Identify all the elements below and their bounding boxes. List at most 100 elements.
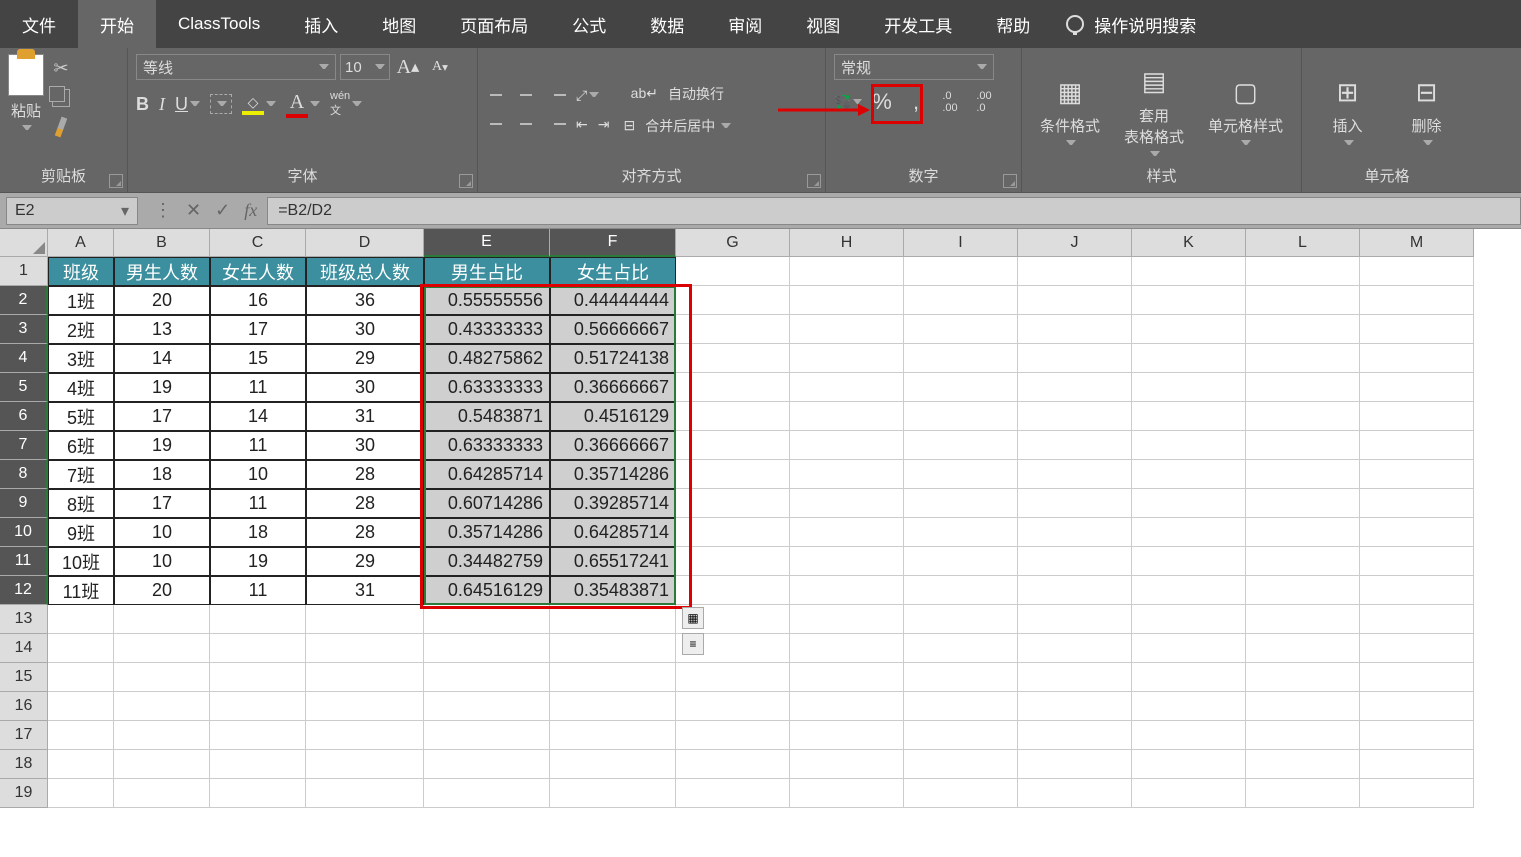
cell-K5[interactable] [1132, 373, 1246, 402]
cell-J5[interactable] [1018, 373, 1132, 402]
cell-I14[interactable] [904, 634, 1018, 663]
cell-H2[interactable] [790, 286, 904, 315]
cell-K13[interactable] [1132, 605, 1246, 634]
cell-D16[interactable] [306, 692, 424, 721]
increase-indent-button[interactable]: ⇥ [598, 116, 610, 133]
cell-D5[interactable]: 30 [306, 373, 424, 402]
cell-J3[interactable] [1018, 315, 1132, 344]
cell-I4[interactable] [904, 344, 1018, 373]
quick-analysis-icon[interactable]: ≡ [682, 633, 704, 655]
tab-开发工具[interactable]: 开发工具 [862, 0, 974, 48]
cell-A6[interactable]: 5班 [48, 402, 114, 431]
bold-button[interactable]: B [136, 94, 149, 115]
cell-H3[interactable] [790, 315, 904, 344]
cell-M19[interactable] [1360, 779, 1474, 808]
cell-F18[interactable] [550, 750, 676, 779]
row-header-19[interactable]: 19 [0, 779, 48, 808]
col-header-H[interactable]: H [790, 229, 904, 257]
row-header-17[interactable]: 17 [0, 721, 48, 750]
cell-A16[interactable] [48, 692, 114, 721]
col-header-G[interactable]: G [676, 229, 790, 257]
cell-C18[interactable] [210, 750, 306, 779]
font-launcher[interactable] [459, 174, 473, 188]
cell-D17[interactable] [306, 721, 424, 750]
cell-H10[interactable] [790, 518, 904, 547]
col-header-D[interactable]: D [306, 229, 424, 257]
tab-帮助[interactable]: 帮助 [974, 0, 1052, 48]
cell-C17[interactable] [210, 721, 306, 750]
cell-M5[interactable] [1360, 373, 1474, 402]
cell-M15[interactable] [1360, 663, 1474, 692]
cell-G4[interactable] [676, 344, 790, 373]
cell-M1[interactable] [1360, 257, 1474, 286]
borders-button[interactable] [210, 94, 232, 114]
cell-K16[interactable] [1132, 692, 1246, 721]
cell-I10[interactable] [904, 518, 1018, 547]
cell-D10[interactable]: 28 [306, 518, 424, 547]
tab-文件[interactable]: 文件 [0, 0, 78, 48]
cell-I19[interactable] [904, 779, 1018, 808]
cell-D14[interactable] [306, 634, 424, 663]
cell-J11[interactable] [1018, 547, 1132, 576]
cut-button[interactable]: ✂ [52, 58, 70, 79]
cell-G15[interactable] [676, 663, 790, 692]
conditional-format-button[interactable]: ▦条件格式 [1040, 73, 1100, 146]
cell-G6[interactable] [676, 402, 790, 431]
align-middle-button[interactable] [516, 87, 536, 103]
cell-M3[interactable] [1360, 315, 1474, 344]
cell-H8[interactable] [790, 460, 904, 489]
cell-J16[interactable] [1018, 692, 1132, 721]
tell-me-search[interactable]: 操作说明搜索 [1052, 0, 1210, 48]
cell-C4[interactable]: 15 [210, 344, 306, 373]
cell-B14[interactable] [114, 634, 210, 663]
italic-button[interactable]: I [159, 94, 165, 115]
cell-K2[interactable] [1132, 286, 1246, 315]
cell-L18[interactable] [1246, 750, 1360, 779]
cell-G7[interactable] [676, 431, 790, 460]
cell-F16[interactable] [550, 692, 676, 721]
cell-L1[interactable] [1246, 257, 1360, 286]
cell-G8[interactable] [676, 460, 790, 489]
cell-G17[interactable] [676, 721, 790, 750]
cell-K10[interactable] [1132, 518, 1246, 547]
cell-C16[interactable] [210, 692, 306, 721]
cell-A15[interactable] [48, 663, 114, 692]
cell-C13[interactable] [210, 605, 306, 634]
cell-G5[interactable] [676, 373, 790, 402]
cell-F10[interactable]: 0.64285714 [550, 518, 676, 547]
font-name-select[interactable]: 等线 [136, 54, 336, 80]
cell-I12[interactable] [904, 576, 1018, 605]
cell-E12[interactable]: 0.64516129 [424, 576, 550, 605]
cell-K18[interactable] [1132, 750, 1246, 779]
cell-G10[interactable] [676, 518, 790, 547]
delete-cells-button[interactable]: ⊟删除 [1408, 73, 1446, 146]
cell-H14[interactable] [790, 634, 904, 663]
cell-K1[interactable] [1132, 257, 1246, 286]
cell-B18[interactable] [114, 750, 210, 779]
cell-B2[interactable]: 20 [114, 286, 210, 315]
cell-J6[interactable] [1018, 402, 1132, 431]
copy-button[interactable] [52, 89, 70, 107]
cell-H11[interactable] [790, 547, 904, 576]
cell-H5[interactable] [790, 373, 904, 402]
cell-E3[interactable]: 0.43333333 [424, 315, 550, 344]
row-header-12[interactable]: 12 [0, 576, 48, 605]
cell-F8[interactable]: 0.35714286 [550, 460, 676, 489]
cell-F19[interactable] [550, 779, 676, 808]
cell-L11[interactable] [1246, 547, 1360, 576]
number-format-select[interactable]: 常规 [834, 54, 994, 80]
row-header-7[interactable]: 7 [0, 431, 48, 460]
select-all-corner[interactable] [0, 229, 48, 257]
cell-J2[interactable] [1018, 286, 1132, 315]
cell-L19[interactable] [1246, 779, 1360, 808]
col-header-L[interactable]: L [1246, 229, 1360, 257]
row-header-9[interactable]: 9 [0, 489, 48, 518]
cell-E5[interactable]: 0.63333333 [424, 373, 550, 402]
align-top-button[interactable] [486, 87, 506, 103]
tab-页面布局[interactable]: 页面布局 [438, 0, 550, 48]
cell-A8[interactable]: 7班 [48, 460, 114, 489]
cell-G1[interactable] [676, 257, 790, 286]
cell-J19[interactable] [1018, 779, 1132, 808]
wrap-text-button[interactable]: ab↵自动换行 [623, 84, 731, 104]
cell-H17[interactable] [790, 721, 904, 750]
